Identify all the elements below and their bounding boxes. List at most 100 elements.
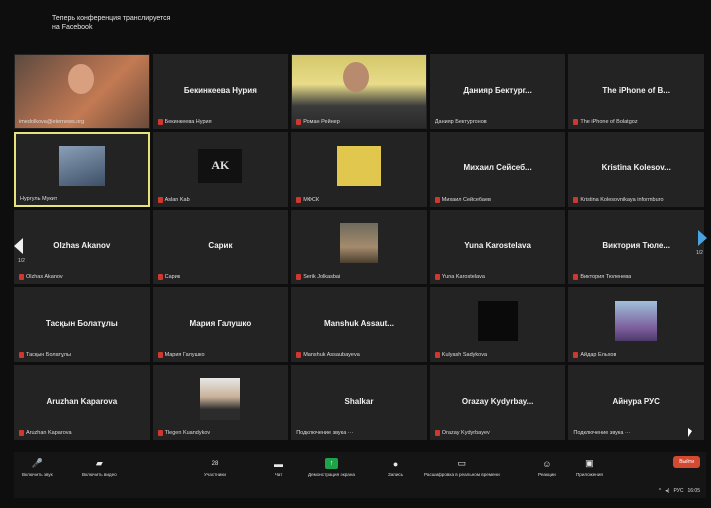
mic-muted-icon <box>434 352 440 359</box>
participant-avatar: AK <box>198 148 243 183</box>
participant-name-label: Kulyash Sadykova <box>434 352 488 359</box>
exit-button[interactable]: Выйти <box>673 456 700 468</box>
participant-name-label: Manshuk Assaubayeva <box>296 352 360 359</box>
mic-muted-icon <box>573 118 579 125</box>
participant-name-large: Shalkar <box>344 396 374 406</box>
tray-arrow-icon[interactable]: ^ <box>659 488 661 494</box>
participant-tile[interactable]: Сарик Сарик <box>152 209 289 285</box>
share-screen-button[interactable]: ↑ Демонстрация экрана <box>308 458 355 477</box>
participant-tile[interactable]: Aruzhan Kaparova Aruzhan Kaparova <box>14 365 150 440</box>
participant-tile[interactable]: Olzhas Akanov Olzhas Akanov <box>14 209 150 285</box>
participants-count: 28 <box>211 460 219 467</box>
mic-muted-icon <box>573 352 579 359</box>
participant-video <box>292 55 426 128</box>
apps-button[interactable]: ▣ Приложения <box>576 458 603 477</box>
participant-name-text: Tlegen Kuandykov <box>164 430 211 436</box>
participant-name-large: Kristina Kolesov... <box>601 163 671 173</box>
mic-muted-icon <box>296 352 302 359</box>
apps-label: Приложения <box>576 472 603 477</box>
participants-button[interactable]: 28 Участники <box>204 458 226 478</box>
participant-name-large: Виктория Тюле... <box>602 241 670 251</box>
next-page-arrow-icon[interactable] <box>698 230 707 246</box>
live-transcript-button[interactable]: ▭ Расшифровка в реальном времени <box>424 458 500 477</box>
participant-avatar <box>200 377 241 420</box>
participant-name-text: Serik Jolkasbai <box>303 274 341 281</box>
mic-muted-icon <box>573 196 579 203</box>
participant-tile[interactable]: Михаил Сейсеб... Михаил Сейсебаев <box>429 131 566 207</box>
mic-muted-icon <box>434 274 440 281</box>
participant-tile[interactable]: Тасқын Болатұлы Тасқын Болатұлы <box>14 287 150 363</box>
participant-name-label: imedolkova@eternews.org <box>19 119 84 125</box>
participant-tile[interactable]: Tlegen Kuandykov <box>152 365 289 440</box>
share-screen-icon: ↑ <box>324 458 338 469</box>
participant-tile[interactable]: МФСК <box>291 131 427 207</box>
chat-icon: ▬ <box>274 458 283 469</box>
participant-name-large: Сарик <box>208 241 233 251</box>
participant-tile[interactable]: Данияр Бектург... Данияр Бектургонов <box>429 54 566 129</box>
participant-tile[interactable]: imedolkova@eternews.org <box>14 54 150 129</box>
participant-tile[interactable]: Нургуль Мукит <box>14 131 150 207</box>
participant-tile[interactable]: Айнура РУС Подключение звука ··· <box>568 365 704 440</box>
prev-page-arrow-icon[interactable] <box>14 238 23 254</box>
participant-name-label: Kristina Kolesovnikaya informburo <box>573 196 664 203</box>
mic-muted-icon <box>19 430 24 436</box>
participant-name-large: Orazay Kydyrbay... <box>461 396 534 406</box>
participant-name-label: Мария Галушко <box>157 352 205 359</box>
participant-name-label: Yuna Karostelava <box>434 274 485 281</box>
participant-tile[interactable]: Kristina Kolesov... Kristina Kolesovnikay… <box>568 131 704 207</box>
participant-name-text: Подключение звука ··· <box>296 430 354 436</box>
participant-name-large: Бекинкеева Нурия <box>183 85 257 95</box>
participant-name-label: Orazay Kydyrbayev <box>434 430 490 436</box>
apps-icon: ▣ <box>585 458 594 468</box>
start-video-button[interactable]: ▰ Включить видео <box>82 458 117 477</box>
participant-gallery: imedolkova@eternews.org Бекинкеева Нурия Б… <box>14 54 704 440</box>
participant-tile[interactable]: AK Aslan Kab <box>152 131 289 207</box>
participant-tile[interactable]: Serik Jolkasbai <box>291 209 427 285</box>
participant-tile[interactable]: The iPhone of B... The iPhone of Bolatgoz <box>568 54 704 129</box>
participant-tile[interactable]: Kulyash Sadykova <box>429 287 566 363</box>
mic-muted-icon <box>296 118 302 125</box>
participant-name-large: Данияр Бектург... <box>463 85 532 95</box>
cc-icon: ▭ <box>457 458 467 468</box>
participant-name-text: Михаил Сейсебаев <box>441 196 491 203</box>
participant-tile[interactable]: Manshuk Assaut... Manshuk Assaubayeva <box>291 287 427 363</box>
mic-muted-icon <box>573 274 579 281</box>
participant-name-label: Данияр Бектургонов <box>435 119 487 125</box>
chat-button[interactable]: ▬ Чат <box>272 458 285 478</box>
participant-name-label: Aruzhan Kaparova <box>19 430 72 436</box>
transcript-label: Расшифровка в реальном времени <box>424 472 500 477</box>
mic-muted-icon: 🎤 <box>31 458 43 468</box>
participant-tile[interactable]: Бекинкеева Нурия Бекинкеева Нурия <box>152 54 289 129</box>
clock[interactable]: 16:05 <box>687 488 700 494</box>
participant-name-large: Тасқын Болатұлы <box>45 318 118 328</box>
reactions-button[interactable]: ☺ Реакции <box>538 458 556 478</box>
participant-tile[interactable]: Айдар Ельхов <box>568 287 704 363</box>
mic-muted-icon <box>157 118 163 125</box>
mic-muted-icon <box>19 352 24 359</box>
participant-name-text: Виктория Тюленева <box>580 274 632 281</box>
participant-name-label: Бекинкеева Нурия <box>157 118 212 125</box>
participant-name-text: Kulyash Sadykova <box>441 352 488 359</box>
participant-name-label: Tlegen Kuandykov <box>157 430 211 436</box>
record-label: Запись <box>388 472 404 477</box>
participants-icon: 28 <box>208 458 221 469</box>
participant-avatar <box>339 223 378 264</box>
participant-name-label: Айдар Ельхов <box>573 352 616 359</box>
participant-tile[interactable]: Виктория Тюле... Виктория Тюленева <box>568 209 704 285</box>
participant-name-label: Подключение звука ··· <box>296 430 353 436</box>
record-button[interactable]: ● Запись <box>388 458 404 478</box>
language-indicator[interactable]: РУС <box>673 488 683 494</box>
participant-tile[interactable]: Orazay Kydyrbay... Orazay Kydyrbayev <box>429 365 566 440</box>
unmute-button[interactable]: 🎤 Включить звук <box>22 458 53 477</box>
participant-name-text: imedolkova@eternews.org <box>19 118 85 125</box>
participant-name-large: The iPhone of B... <box>602 85 670 95</box>
participant-tile[interactable]: Мария Галушко Мария Галушко <box>152 287 289 363</box>
camera-off-icon: ▰ <box>95 458 103 468</box>
share-label: Демонстрация экрана <box>308 472 355 477</box>
volume-icon[interactable]: ◂) <box>665 488 669 494</box>
participant-avatar <box>336 145 381 186</box>
participant-name-text: Olzhas Akanov <box>26 274 63 281</box>
participant-tile[interactable]: Yuna Karostelava Yuna Karostelava <box>429 209 566 285</box>
participant-tile[interactable]: Shalkar Подключение звука ··· <box>291 365 427 440</box>
participant-tile[interactable]: Роман Рейнер <box>291 54 427 129</box>
